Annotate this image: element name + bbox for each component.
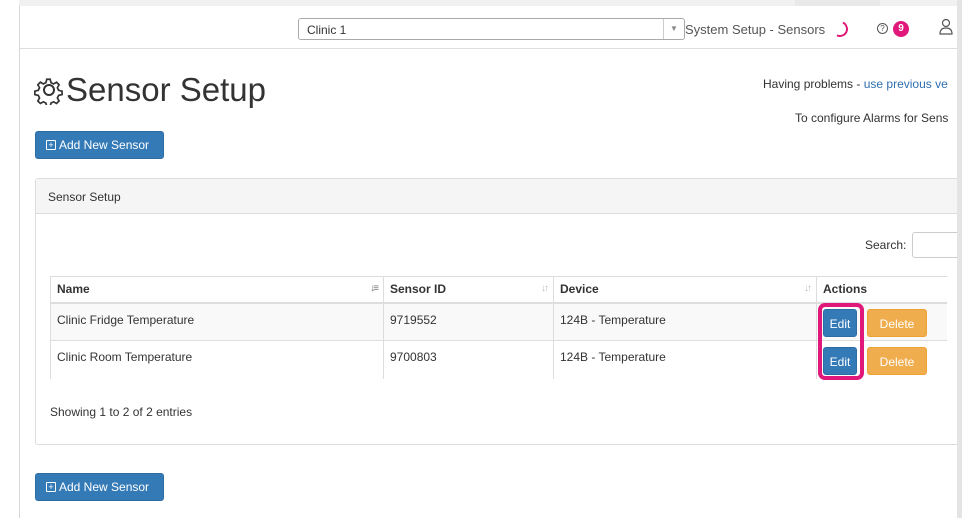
cell-sensor-id: 9719552 bbox=[383, 302, 554, 341]
edit-highlight-annotation bbox=[818, 303, 864, 380]
scrollbar-track[interactable] bbox=[957, 0, 962, 518]
cell-device: 124B - Temperature bbox=[553, 302, 817, 341]
cell-name: Clinic Fridge Temperature bbox=[50, 302, 384, 341]
cell-name: Clinic Room Temperature bbox=[50, 340, 384, 379]
cell-device: 124B - Temperature bbox=[553, 340, 817, 379]
add-new-sensor-button[interactable]: + Add New Sensor bbox=[35, 131, 164, 159]
column-label: Device bbox=[560, 282, 599, 297]
top-navbar: Clinic 1 ▼ System Setup - Sensors ? 9 bbox=[20, 6, 957, 49]
search-label: Search: bbox=[865, 238, 907, 252]
table-row: Clinic Room Temperature 9700803 124B - T… bbox=[50, 340, 947, 379]
left-edge bbox=[0, 0, 20, 518]
help-icon[interactable]: ? bbox=[877, 23, 888, 34]
loading-spinner-icon bbox=[829, 18, 851, 40]
panel-heading-text: Sensor Setup bbox=[48, 190, 121, 204]
column-label: Name bbox=[57, 282, 90, 297]
add-new-sensor-button[interactable]: + Add New Sensor bbox=[35, 473, 164, 501]
showing-entries: Showing 1 to 2 of 2 entries bbox=[50, 405, 193, 419]
section-title: System Setup - Sensors bbox=[685, 22, 826, 37]
cell-sensor-id: 9700803 bbox=[383, 340, 554, 379]
delete-button[interactable]: Delete bbox=[867, 309, 927, 337]
clinic-select[interactable]: Clinic 1 ▼ bbox=[298, 18, 685, 40]
sensors-table: Name ↓≡ Sensor ID ↓↑ Device ↓↑ Actions C… bbox=[50, 276, 947, 379]
table-header-row: Name ↓≡ Sensor ID ↓↑ Device ↓↑ Actions bbox=[50, 276, 947, 304]
panel-heading: Sensor Setup bbox=[36, 179, 962, 214]
chevron-down-icon[interactable]: ▼ bbox=[663, 19, 684, 39]
alarms-info: To configure Alarms for Sens bbox=[795, 111, 949, 125]
table-row: Clinic Fridge Temperature 9719552 124B -… bbox=[50, 302, 947, 341]
column-header-device[interactable]: Device ↓↑ bbox=[553, 276, 817, 304]
plus-icon: + bbox=[46, 140, 56, 150]
gear-icon bbox=[34, 78, 63, 105]
column-label: Actions bbox=[823, 282, 868, 297]
clinic-select-value: Clinic 1 bbox=[307, 23, 347, 37]
problems-text: Having problems - bbox=[763, 77, 864, 91]
notification-badge[interactable]: 9 bbox=[893, 21, 909, 37]
search-input[interactable] bbox=[912, 232, 962, 258]
add-new-sensor-label: Add New Sensor bbox=[59, 138, 150, 152]
column-label: Sensor ID bbox=[390, 282, 447, 297]
sort-asc-icon[interactable]: ↓≡ bbox=[370, 283, 379, 294]
use-previous-version-link[interactable]: use previous ve bbox=[864, 77, 948, 91]
plus-icon: + bbox=[46, 482, 56, 492]
page-title: Sensor Setup bbox=[34, 71, 266, 109]
page-title-text: Sensor Setup bbox=[66, 71, 266, 108]
add-new-sensor-label: Add New Sensor bbox=[59, 480, 150, 494]
column-header-name[interactable]: Name ↓≡ bbox=[50, 276, 384, 304]
sort-icon[interactable]: ↓↑ bbox=[541, 283, 549, 294]
page-frame: Clinic 1 ▼ System Setup - Sensors ? 9 Se… bbox=[0, 0, 962, 518]
delete-button[interactable]: Delete bbox=[867, 347, 927, 375]
problems-line: Having problems - use previous ve bbox=[763, 77, 948, 91]
user-icon[interactable] bbox=[939, 18, 953, 36]
column-header-sensor-id[interactable]: Sensor ID ↓↑ bbox=[383, 276, 554, 304]
sort-icon[interactable]: ↓↑ bbox=[804, 283, 812, 294]
column-header-actions: Actions bbox=[816, 276, 947, 304]
